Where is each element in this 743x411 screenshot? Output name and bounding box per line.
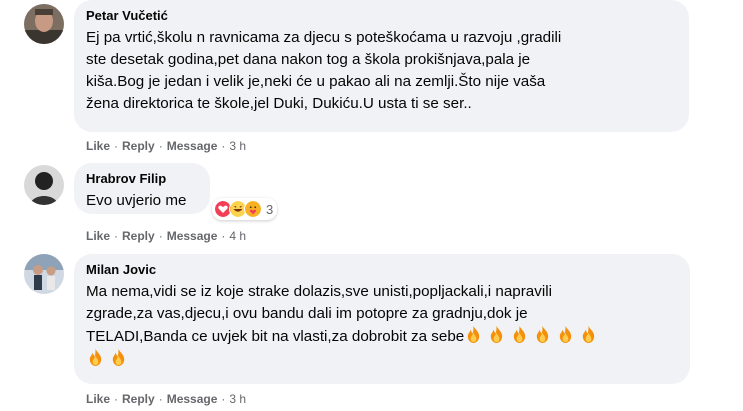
comment-text-line: zgrade,za vas,djecu,i ovu bandu dali im …: [86, 305, 528, 322]
comment-text: Evo uvjerio me: [86, 190, 198, 212]
avatar[interactable]: [24, 4, 64, 44]
avatar[interactable]: [24, 165, 64, 205]
comment-actions: Like · Reply · Message · 4 h: [86, 228, 246, 244]
comment-text: Ma nema,vidi se iz koje strake dolazis,s…: [86, 281, 678, 371]
fire-emoji-icon: [464, 325, 483, 344]
comment-bubble: Hrabrov Filip Evo uvjerio me: [74, 163, 210, 214]
comment-text-line: Ej pa vrtić,školu n ravnicama za djecu s…: [86, 29, 562, 46]
message-button[interactable]: Message: [167, 229, 218, 243]
separator: ·: [221, 139, 226, 153]
comment-text-line: TELADI,Banda ce uvjek bit na vlasti,za d…: [86, 325, 678, 348]
reactions-badge[interactable]: 3: [212, 198, 278, 220]
comment-actions: Like · Reply · Message · 3 h: [86, 138, 246, 154]
fire-emoji-icon: [109, 348, 128, 367]
message-button[interactable]: Message: [167, 392, 218, 406]
fire-emoji-icon: [510, 325, 529, 344]
like-button[interactable]: Like: [86, 139, 110, 153]
comment-text-line: Ma nema,vidi se iz koje strake dolazis,s…: [86, 283, 552, 300]
separator: ·: [158, 229, 163, 243]
reply-button[interactable]: Reply: [122, 392, 155, 406]
avatar[interactable]: [24, 254, 64, 294]
reaction-count: 3: [266, 201, 274, 217]
like-button[interactable]: Like: [86, 229, 110, 243]
fire-emoji-icon: [487, 325, 506, 344]
fire-emoji-icon: [556, 325, 575, 344]
comment-text-line: [86, 348, 678, 371]
like-button[interactable]: Like: [86, 392, 110, 406]
comment-text-line: Evo uvjerio me: [86, 192, 187, 209]
comment-author[interactable]: Petar Vučetić: [86, 8, 677, 24]
comment-bubble: Petar Vučetić Ej pa vrtić,školu n ravnic…: [74, 0, 689, 132]
timestamp[interactable]: 3 h: [229, 392, 246, 406]
reply-button[interactable]: Reply: [122, 229, 155, 243]
separator: ·: [221, 392, 226, 406]
comment-text-line: ste desetak godina,pet dana nakon tog a …: [86, 51, 531, 68]
separator: ·: [114, 229, 119, 243]
timestamp[interactable]: 3 h: [229, 139, 246, 153]
separator: ·: [221, 229, 226, 243]
comment-text-segment: TELADI,Banda ce uvjek bit na vlasti,za d…: [86, 328, 465, 345]
message-button[interactable]: Message: [167, 139, 218, 153]
comment-text-line: kiša.Bog je jedan i velik je,neki će u p…: [86, 73, 546, 90]
separator: ·: [158, 139, 163, 153]
fire-emoji-icon: [533, 325, 552, 344]
timestamp[interactable]: 4 h: [229, 229, 246, 243]
comment-text: Ej pa vrtić,školu n ravnicama za djecu s…: [86, 27, 677, 115]
separator: ·: [114, 392, 119, 406]
separator: ·: [158, 392, 163, 406]
separator: ·: [114, 139, 119, 153]
fire-emoji-icon: [86, 348, 105, 367]
comment-author[interactable]: Milan Jovic: [86, 262, 678, 278]
comment-actions: Like · Reply · Message · 3 h: [86, 391, 246, 407]
comment-author[interactable]: Hrabrov Filip: [86, 171, 198, 187]
reply-button[interactable]: Reply: [122, 139, 155, 153]
fire-emoji-icon: [579, 325, 598, 344]
comment-text-line: žena direktorica te škole,jel Duki, Duki…: [86, 95, 472, 112]
care-reaction-icon: [244, 200, 262, 218]
comment-bubble: Milan Jovic Ma nema,vidi se iz koje stra…: [74, 254, 690, 384]
